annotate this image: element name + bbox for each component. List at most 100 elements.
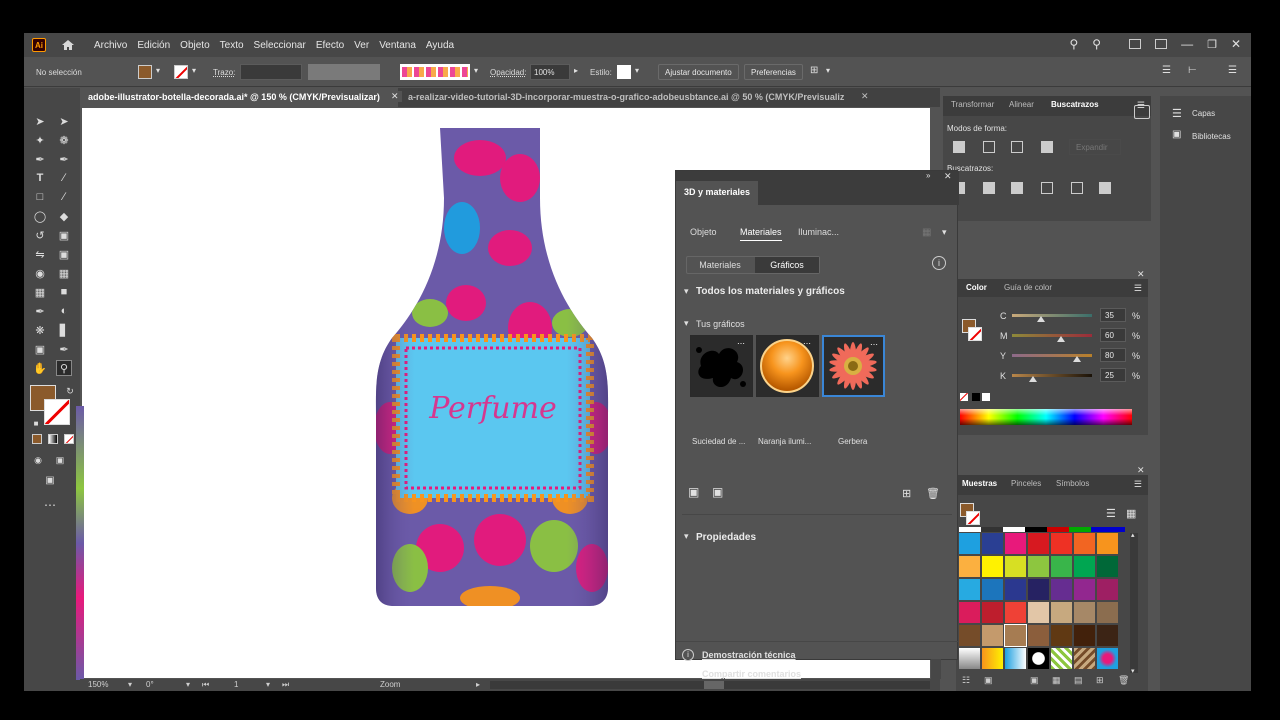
chevron-down-icon[interactable]: ▾ xyxy=(635,66,639,75)
width-tool-icon[interactable]: ⇋ xyxy=(32,246,48,262)
graphic-thumb-gerbera[interactable]: ⋯ xyxy=(822,335,885,397)
yellow-value[interactable]: 80 xyxy=(1100,348,1126,362)
rotate-tool-icon[interactable]: ↺ xyxy=(32,227,48,243)
unite-button[interactable] xyxy=(953,141,965,153)
color-swatch[interactable] xyxy=(1028,533,1049,554)
chevron-down-icon[interactable]: ▾ xyxy=(826,66,830,75)
chevron-down-icon[interactable]: ▾ xyxy=(156,66,160,75)
properties-section[interactable]: Propiedades xyxy=(696,532,756,543)
color-swatch[interactable] xyxy=(1051,602,1072,623)
pattern-swatch[interactable] xyxy=(1005,648,1026,669)
color-swatch[interactable] xyxy=(959,579,980,600)
chevron-down-icon[interactable]: ▾ xyxy=(128,680,132,689)
tab-transform[interactable]: Transformar xyxy=(951,100,994,109)
chevron-right-icon[interactable]: ▸ xyxy=(476,680,480,689)
tab-color[interactable]: Color xyxy=(966,283,987,292)
color-swatch[interactable] xyxy=(1005,602,1026,623)
first-artboard-icon[interactable]: ⏮ xyxy=(202,680,209,690)
selection-tool-icon[interactable]: ➤ xyxy=(32,113,48,129)
perspective-grid-tool-icon[interactable]: ▦ xyxy=(56,265,72,281)
tab-lighting[interactable]: Iluminac... xyxy=(798,227,839,237)
align-icon[interactable]: ☰ xyxy=(1162,65,1171,76)
tab-brushes[interactable]: Pinceles xyxy=(1011,479,1041,488)
chevron-down-icon[interactable]: ▾ xyxy=(684,318,689,329)
menu-ventana[interactable]: Ventana xyxy=(379,40,416,51)
your-graphics-section[interactable]: Tus gráficos xyxy=(696,319,745,329)
all-materials-section[interactable]: Todos los materiales y gráficos xyxy=(696,286,845,297)
brush-definition[interactable] xyxy=(400,64,470,80)
graphic-style-swatch[interactable] xyxy=(617,65,631,79)
color-swatch[interactable] xyxy=(1074,556,1095,577)
black-swatch[interactable] xyxy=(972,393,980,401)
gradient-mode-button[interactable] xyxy=(48,434,58,444)
tab-symbols[interactable]: Símbolos xyxy=(1056,479,1089,488)
close-icon[interactable]: ✕ xyxy=(1137,465,1145,476)
library-menu-icon[interactable]: ☷ xyxy=(962,675,970,686)
none-mode-button[interactable] xyxy=(64,434,74,444)
magenta-slider-thumb[interactable] xyxy=(1057,336,1065,342)
color-swatch[interactable] xyxy=(959,602,980,623)
rectangle-tool-icon[interactable]: □ xyxy=(32,189,48,205)
color-swatch[interactable] xyxy=(1028,602,1049,623)
color-swatch[interactable] xyxy=(1051,625,1072,646)
color-swatch[interactable] xyxy=(982,533,1003,554)
list-view-icon[interactable]: ☰ xyxy=(1106,507,1116,520)
color-group-icon[interactable]: ▣ xyxy=(1030,675,1039,686)
color-swatch[interactable] xyxy=(959,625,980,646)
libraries-icon[interactable]: ▣ xyxy=(1172,129,1181,140)
minus-front-button[interactable] xyxy=(983,141,995,153)
artboard-tool-icon[interactable]: ▣ xyxy=(32,341,48,357)
curvature-tool-icon[interactable]: ✒ xyxy=(56,151,72,167)
panel-menu-icon[interactable]: ☰ xyxy=(1134,479,1142,490)
color-swatch[interactable] xyxy=(1074,602,1095,623)
stroke-weight-field[interactable] xyxy=(240,64,302,80)
chevron-down-icon[interactable]: ▾ xyxy=(684,531,689,542)
color-swatch[interactable] xyxy=(1097,533,1118,554)
arrange-documents-icon[interactable] xyxy=(1129,39,1142,49)
color-swatch[interactable] xyxy=(1097,556,1118,577)
spectrum-bar[interactable] xyxy=(960,409,1132,425)
default-colors-icon[interactable]: ■ xyxy=(28,415,44,431)
slice-tool-icon[interactable]: ✒ xyxy=(56,341,72,357)
type-tool-icon[interactable]: T xyxy=(32,170,48,186)
collapse-icon[interactable]: » xyxy=(926,171,930,180)
panel-menu-icon[interactable]: ☰ xyxy=(1134,283,1142,294)
menu-objeto[interactable]: Objeto xyxy=(180,40,209,51)
chevron-down-icon[interactable]: ▾ xyxy=(186,680,190,689)
black-slider-thumb[interactable] xyxy=(1029,376,1037,382)
panel-menu-icon[interactable]: ☰ xyxy=(1228,65,1237,76)
symbol-sprayer-tool-icon[interactable]: ❋ xyxy=(32,322,48,338)
yellow-slider-thumb[interactable] xyxy=(1073,356,1081,362)
color-swatch[interactable] xyxy=(982,579,1003,600)
merge-button[interactable] xyxy=(1011,182,1023,194)
new-swatch-icon[interactable]: ⊞ xyxy=(1096,675,1104,686)
stroke-color-box[interactable] xyxy=(44,399,70,425)
eraser-tool-icon[interactable]: ◆ xyxy=(56,208,72,224)
color-swatch[interactable] xyxy=(1005,579,1026,600)
eyedropper-tool-icon[interactable]: ✒ xyxy=(32,303,48,319)
cyan-slider-thumb[interactable] xyxy=(1037,316,1045,322)
home-icon[interactable] xyxy=(60,38,76,52)
chevron-down-icon[interactable]: ▾ xyxy=(266,680,270,689)
color-swatch[interactable] xyxy=(959,533,980,554)
lightbulb-search-icon[interactable]: ⚲ xyxy=(1069,37,1078,51)
close-icon[interactable]: ✕ xyxy=(1137,269,1145,280)
search-icon[interactable]: ⚲ xyxy=(1092,37,1101,51)
color-swatch[interactable] xyxy=(1004,624,1027,647)
tab-align[interactable]: Alinear xyxy=(1009,100,1034,109)
last-artboard-icon[interactable]: ⏭ xyxy=(282,680,289,690)
gradient-tool-icon[interactable]: ■ xyxy=(56,284,72,300)
crop-button[interactable] xyxy=(1041,182,1053,194)
chevron-right-icon[interactable]: ▸ xyxy=(574,66,578,75)
fill-swatch[interactable] xyxy=(138,65,152,79)
tab-color-guide[interactable]: Guía de color xyxy=(1004,283,1052,292)
tab-document-active[interactable]: adobe-illustrator-botella-decorada.ai* @… xyxy=(80,88,398,107)
pattern-swatch[interactable] xyxy=(982,648,1003,669)
outline-button[interactable] xyxy=(1071,182,1083,194)
magenta-value[interactable]: 60 xyxy=(1100,328,1126,342)
draw-behind-icon[interactable]: ▣ xyxy=(52,452,68,468)
zoom-tool-icon[interactable]: ⚲ xyxy=(56,360,72,376)
color-swatch[interactable] xyxy=(959,556,980,577)
subtab-materials[interactable]: Materiales xyxy=(687,257,753,273)
tab-materials[interactable]: Materiales xyxy=(740,227,782,241)
